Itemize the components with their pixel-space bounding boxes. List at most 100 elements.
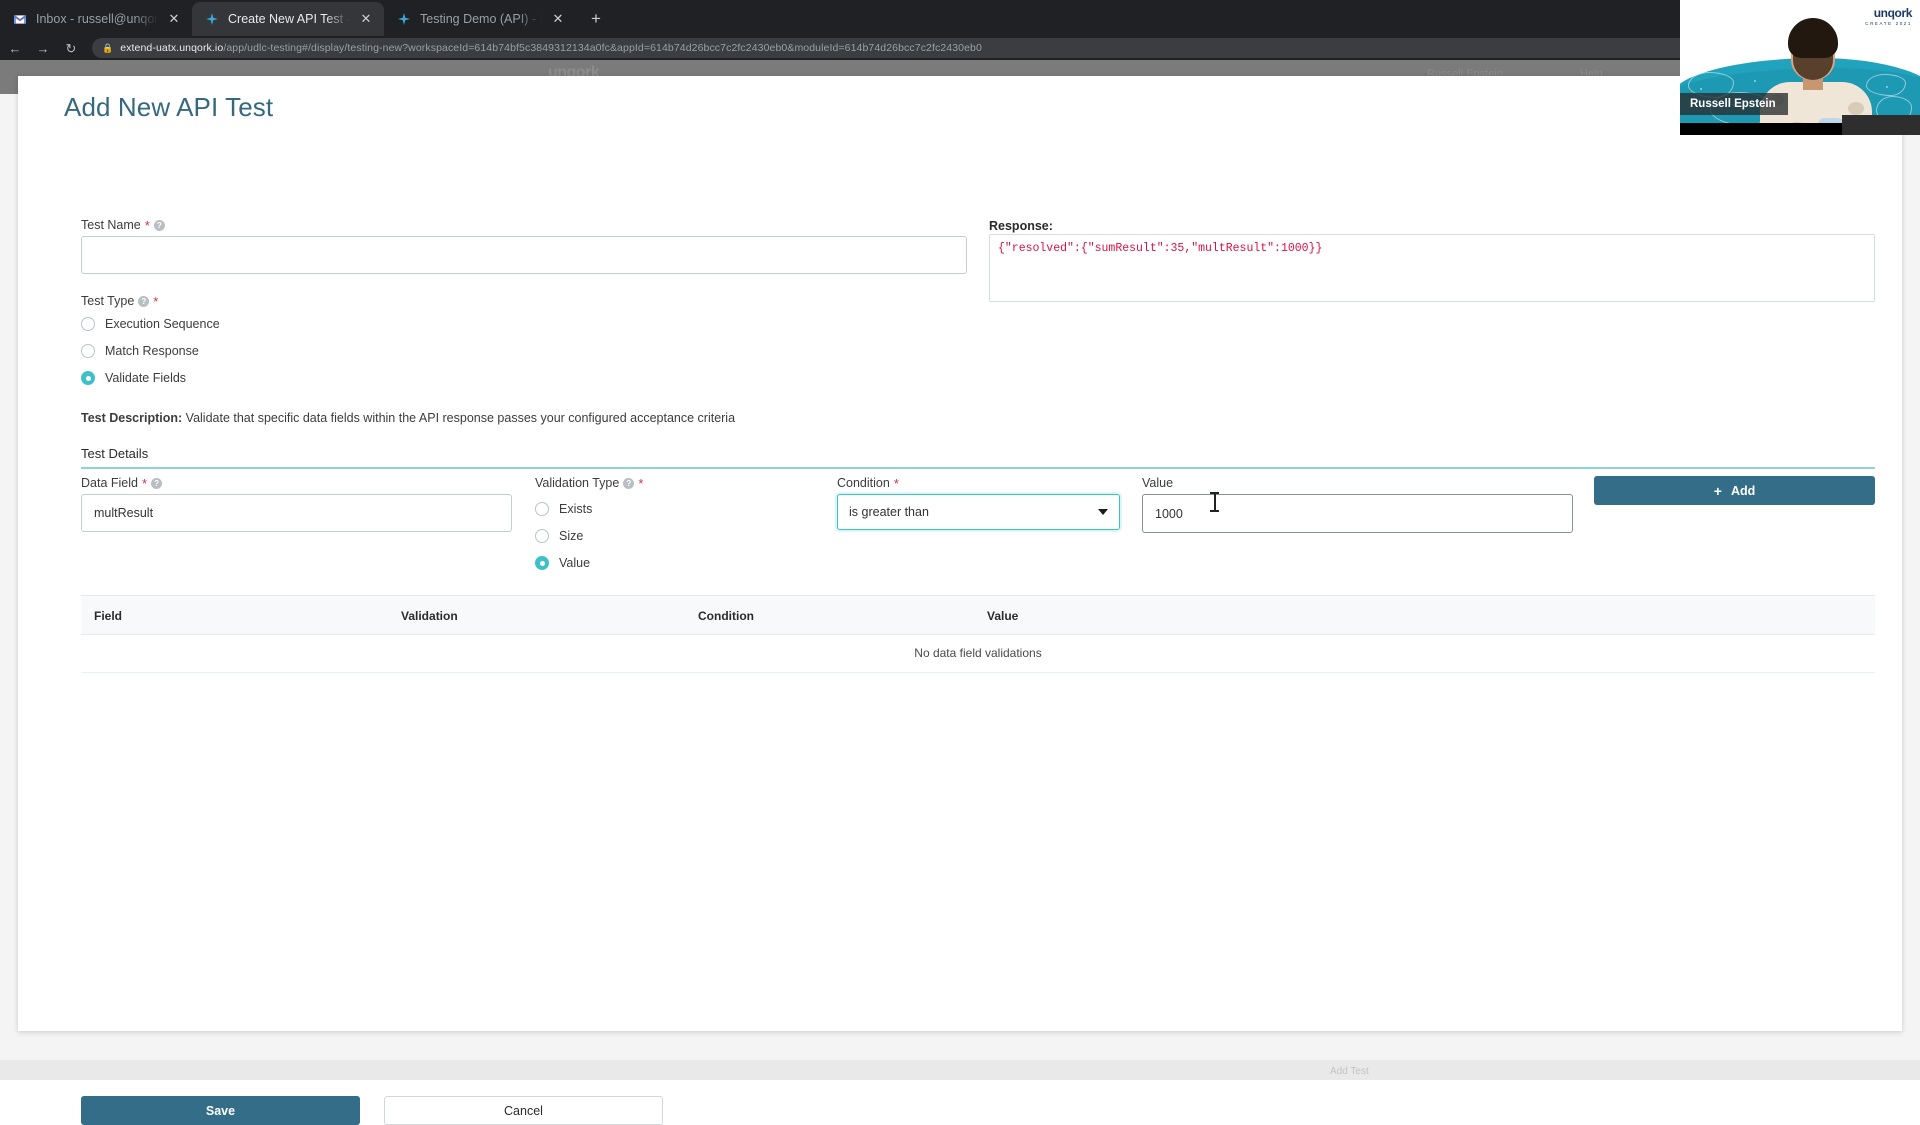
close-icon[interactable]: ✕ (166, 11, 182, 27)
radio-mark (81, 344, 95, 358)
response-label: Response: (989, 219, 1053, 233)
add-button-label: Add (1730, 483, 1756, 498)
plus-icon: + (1713, 482, 1722, 499)
validation-type-label-text: Validation Type (535, 476, 620, 490)
browser-tab-title: Inbox - russell@unqork.com - I (36, 12, 158, 26)
help-circle-icon[interactable]: ? (151, 477, 163, 489)
unqork-icon (396, 11, 412, 27)
browser-tab-inbox[interactable]: Inbox - russell@unqork.com - I ✕ (0, 2, 192, 36)
tab-strip: Inbox - russell@unqork.com - I ✕ Create … (0, 0, 1920, 36)
create-2021-text: CREATE 2021 (1865, 21, 1912, 26)
webcam-overlay: unqork CREATE 2021 Russell Epstein (1680, 0, 1920, 135)
add-button[interactable]: + Add (1594, 476, 1875, 505)
test-name-label-text: Test Name (81, 218, 141, 232)
condition-dropdown[interactable]: is greater than (837, 494, 1120, 530)
column-header-field: Field (94, 609, 123, 623)
browser-tab-title: Testing Demo (API) - Extend U (420, 12, 542, 26)
radio-execution-sequence[interactable]: Execution Sequence (81, 317, 220, 331)
response-body-text: {"resolved":{"sumResult":35,"multResult"… (998, 242, 1323, 255)
url-text: extend-uatx.unqork.io/app/udlc-testing#/… (120, 42, 982, 54)
test-type-label-text: Test Type (81, 294, 135, 308)
radio-label: Size (559, 529, 584, 543)
browser-tab-create-api-test[interactable]: Create New API Test - Extend U ✕ (192, 2, 384, 36)
radio-mark (535, 529, 549, 543)
browser-toolbar: ← → ↻ 🔒 extend-uatx.unqork.io/app/udlc-t… (0, 36, 1920, 60)
unqork-logo-text: unqork (1873, 6, 1913, 20)
test-description-prefix: Test Description: (81, 411, 183, 425)
page-title: Add New API Test (64, 92, 274, 122)
browser-tab-title: Create New API Test - Extend U (228, 12, 350, 26)
table-header-row: Field Validation Condition Value (81, 595, 1875, 635)
radio-validation-exists[interactable]: Exists (535, 502, 592, 516)
column-header-value: Value (987, 609, 1019, 623)
map-dot (1754, 80, 1756, 82)
url-path: /app/udlc-testing#/display/testing-new?w… (223, 42, 982, 54)
webcam-nameplate: Russell Epstein (1680, 93, 1788, 115)
add-api-test-modal: Add New API Test Test Name * ? Test Type… (18, 76, 1902, 1125)
radio-label: Value (559, 556, 591, 570)
radio-label: Match Response (105, 344, 199, 358)
unqork-icon (204, 11, 220, 27)
map-dot (1886, 86, 1888, 88)
radio-label: Execution Sequence (105, 317, 220, 331)
app-footer-text: Add Test (1330, 1066, 1369, 1077)
browser-chrome: Inbox - russell@unqork.com - I ✕ Create … (0, 0, 1920, 60)
test-details-heading: Test Details (81, 446, 149, 461)
section-divider (81, 467, 1875, 469)
chevron-down-icon (1098, 509, 1108, 515)
close-icon[interactable]: ✕ (358, 11, 374, 27)
person-hair (1788, 18, 1838, 58)
required-indicator: * (638, 475, 644, 491)
value-label-text: Value (1142, 476, 1174, 490)
radio-label: Validate Fields (105, 371, 187, 385)
reload-icon[interactable]: ↻ (58, 37, 84, 59)
value-input[interactable] (1142, 494, 1573, 533)
radio-validation-size[interactable]: Size (535, 529, 583, 543)
value-label: Value (1142, 476, 1173, 490)
close-icon[interactable]: ✕ (550, 11, 566, 27)
test-name-label: Test Name * ? (81, 218, 165, 232)
column-header-condition: Condition (698, 609, 754, 623)
required-indicator: * (153, 293, 159, 309)
condition-label-text: Condition (837, 476, 890, 490)
help-circle-icon[interactable]: ? (153, 219, 165, 231)
browser-tab-testing-demo[interactable]: Testing Demo (API) - Extend U ✕ (384, 2, 576, 36)
column-header-validation: Validation (401, 609, 458, 623)
data-field-input[interactable] (81, 494, 512, 532)
save-button[interactable]: Save (81, 1096, 360, 1125)
test-type-label: Test Type ? * (81, 294, 158, 308)
test-name-input[interactable] (81, 236, 967, 274)
required-indicator: * (141, 475, 148, 491)
radio-validate-fields[interactable]: Validate Fields (81, 371, 186, 385)
help-circle-icon[interactable]: ? (138, 295, 150, 307)
response-box[interactable]: {"resolved":{"sumResult":35,"multResult"… (989, 234, 1875, 302)
shirt-pattern (1848, 102, 1864, 115)
back-icon[interactable]: ← (2, 37, 28, 59)
data-field-label-text: Data Field (81, 476, 138, 490)
new-tab-button[interactable]: + (582, 4, 610, 32)
gmail-icon (12, 11, 28, 27)
validation-type-label: Validation Type ? * (535, 476, 643, 490)
app-footer-dimmed (0, 1060, 1920, 1080)
table-empty-message: No data field validations (914, 646, 1042, 660)
help-circle-icon[interactable]: ? (623, 477, 635, 489)
webcam-bottom-chip (1842, 115, 1920, 135)
cancel-button[interactable]: Cancel (384, 1096, 663, 1125)
test-description-text: Validate that specific data fields withi… (185, 411, 736, 425)
data-field-label: Data Field * ? (81, 475, 163, 491)
condition-label: Condition * (837, 476, 899, 490)
radio-match-response[interactable]: Match Response (81, 344, 199, 358)
validations-table: Field Validation Condition Value No data… (81, 595, 1875, 673)
radio-mark (535, 502, 549, 516)
address-bar[interactable]: 🔒 extend-uatx.unqork.io/app/udlc-testing… (92, 38, 1910, 58)
unqork-create-logo: unqork CREATE 2021 (1865, 6, 1912, 26)
radio-mark-selected (81, 371, 95, 385)
forward-icon[interactable]: → (30, 37, 56, 59)
condition-selected-value: is greater than (849, 505, 929, 519)
map-dot (1700, 88, 1702, 90)
radio-mark-selected (535, 556, 549, 570)
radio-validation-value[interactable]: Value (535, 556, 590, 570)
lock-icon: 🔒 (102, 42, 114, 53)
map-outline (1866, 74, 1906, 96)
required-indicator: * (144, 217, 150, 233)
